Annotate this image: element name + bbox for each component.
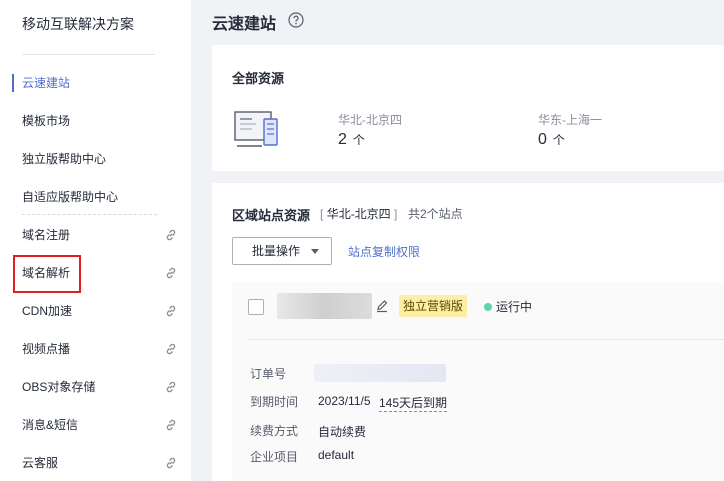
batch-operation-label: 批量操作 <box>252 244 301 258</box>
sidebar-item-label: 独立版帮助中心 <box>22 152 107 166</box>
external-link-icon <box>166 457 176 469</box>
sidebar-item-standalone-help[interactable]: 独立版帮助中心 <box>0 147 191 171</box>
external-link-icon <box>166 419 176 431</box>
edit-icon[interactable] <box>375 299 389 313</box>
expiry-label: 到期时间 <box>250 395 299 409</box>
sidebar-item-label: OBS对象存储 <box>22 380 96 394</box>
sidebar-item-sms[interactable]: 消息&短信 <box>0 413 191 437</box>
order-number-label: 订单号 <box>250 367 287 381</box>
regional-resources-title: 区域站点资源 <box>232 208 311 223</box>
region-count: 0个 <box>538 131 565 148</box>
sidebar-item-cloud-service[interactable]: 云客服 <box>0 451 191 475</box>
sidebar-item-label: 消息&短信 <box>22 418 79 432</box>
sidebar-item-domain-registration[interactable]: 域名注册 <box>0 223 191 247</box>
order-number-blurred <box>314 364 446 382</box>
sidebar-divider <box>22 54 155 55</box>
external-link-icon <box>166 305 176 317</box>
enterprise-project-value: default <box>318 448 355 462</box>
enterprise-project-label: 企业项目 <box>250 450 299 464</box>
region-name: 华北-北京四 <box>338 113 402 127</box>
external-link-icon <box>166 381 176 393</box>
region-selector-value: 华北-北京四 <box>326 207 391 221</box>
sidebar-item-site-builder[interactable]: 云速建站 <box>0 71 191 95</box>
renewal-label: 续费方式 <box>250 424 299 438</box>
sidebar-item-template-market[interactable]: 模板市场 <box>0 109 191 133</box>
sidebar-item-vod[interactable]: 视频点播 <box>0 337 191 361</box>
edition-badge: 独立营销版 <box>399 295 468 317</box>
external-link-icon <box>166 267 176 279</box>
site-card: 独立营销版 运行中 订单号 到期时间 2023/11/5 145天后到期 续费方… <box>232 282 724 481</box>
site-checkbox[interactable] <box>248 299 264 315</box>
expiry-countdown[interactable]: 145天后到期 <box>379 394 448 412</box>
external-link-icon <box>166 229 176 241</box>
question-circle-icon[interactable] <box>288 12 304 28</box>
sidebar-item-cdn[interactable]: CDN加速 <box>0 299 191 323</box>
highlight-box <box>13 255 81 293</box>
sidebar-item-obs[interactable]: OBS对象存储 <box>0 375 191 399</box>
sidebar-item-label: 模板市场 <box>22 114 71 128</box>
renewal-value: 自动续费 <box>318 425 367 439</box>
site-name-blurred <box>277 293 372 319</box>
sidebar-dashed-divider <box>22 214 157 215</box>
status-text: 运行中 <box>496 300 533 314</box>
sidebar-title: 移动互联解决方案 <box>22 16 134 32</box>
sidebar-item-label: 云速建站 <box>22 76 71 90</box>
sidebar-item-label: 视频点播 <box>22 342 71 356</box>
status-dot <box>484 303 492 311</box>
external-link-icon <box>166 343 176 355</box>
regional-resources-card: 区域站点资源 [ 华北-北京四 ] 共2个站点 批量操作 站点复制权限 独立营销… <box>212 183 724 481</box>
sidebar-item-label: 域名注册 <box>22 228 71 242</box>
all-resources-card: 全部资源 华北-北京四 2个 华东-上海一 0个 <box>212 45 724 171</box>
page-title: 云速建站 <box>212 16 277 33</box>
sidebar-item-adaptive-help[interactable]: 自适应版帮助中心 <box>0 185 191 209</box>
batch-operation-button[interactable]: 批量操作 <box>232 237 332 265</box>
site-copy-permission-link[interactable]: 站点复制权限 <box>348 243 420 260</box>
all-resources-title: 全部资源 <box>232 71 285 86</box>
sidebar-item-label: 云客服 <box>22 456 59 470</box>
sidebar-item-label: CDN加速 <box>22 304 72 318</box>
site-divider <box>248 339 724 340</box>
region-selector[interactable]: [ 华北-北京四 ] <box>320 205 397 222</box>
expiry-date: 2023/11/5 <box>318 394 371 408</box>
region-count: 2个 <box>338 131 365 148</box>
site-count: 共2个站点 <box>408 207 463 221</box>
server-icon <box>234 111 278 147</box>
sidebar-item-label: 自适应版帮助中心 <box>22 190 119 204</box>
region-name: 华东-上海一 <box>538 113 602 127</box>
caret-down-icon <box>311 249 319 254</box>
sidebar: 移动互联解决方案 云速建站 模板市场 独立版帮助中心 自适应版帮助中心 域名注册… <box>0 0 191 481</box>
